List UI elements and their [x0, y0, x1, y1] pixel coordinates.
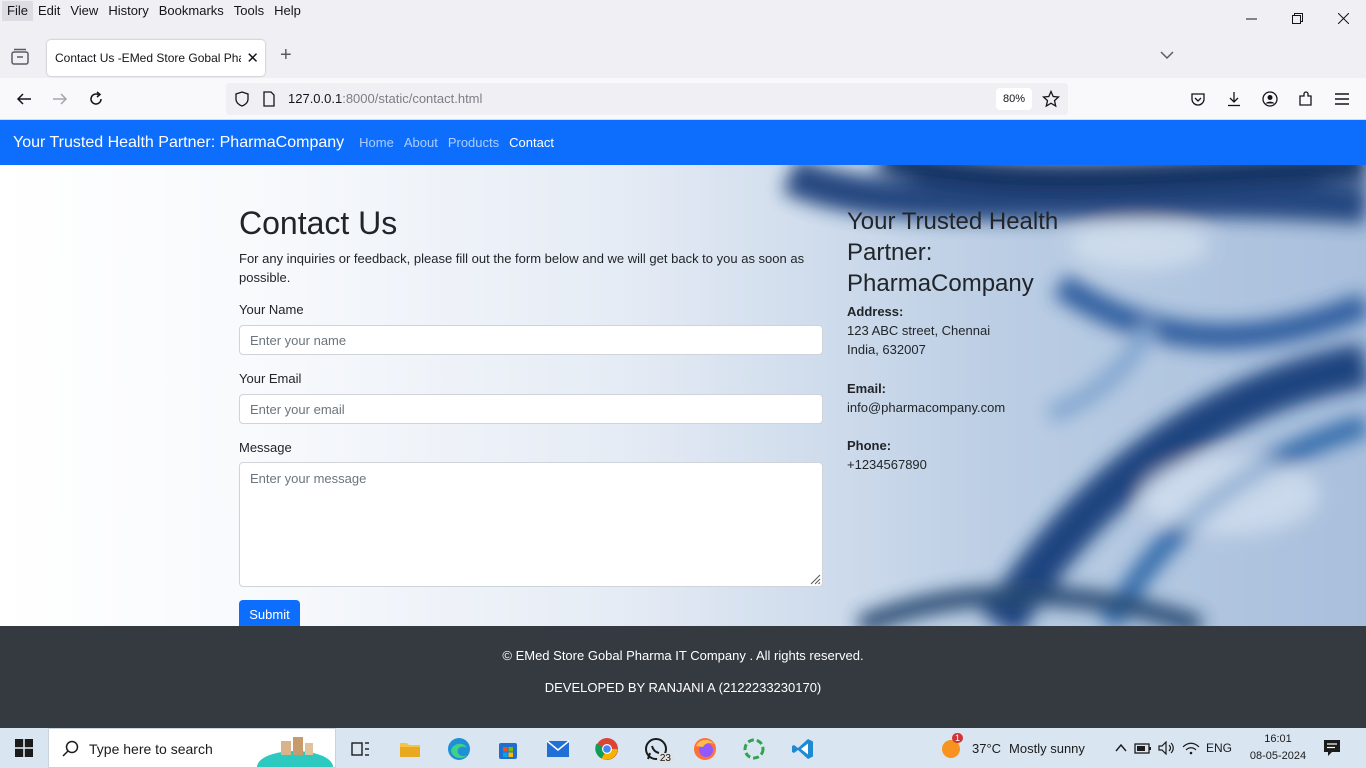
nav-link-about[interactable]: About — [399, 135, 443, 150]
search-highlight-icon — [257, 737, 333, 767]
site-footer: © EMed Store Gobal Pharma IT Company . A… — [0, 626, 1366, 728]
tab-contact-us[interactable]: Contact Us -EMed Store Gobal Pharma ✕ — [47, 40, 265, 76]
volume-icon[interactable] — [1158, 741, 1176, 755]
menu-bar: File Edit View History Bookmarks Tools H… — [0, 0, 1366, 22]
close-window-button[interactable] — [1320, 0, 1366, 36]
form-intro-text: For any inquiries or feedback, please fi… — [239, 251, 805, 285]
reload-icon[interactable] — [85, 88, 107, 110]
email-input[interactable] — [239, 394, 823, 424]
submit-button[interactable]: Submit — [239, 600, 300, 626]
page-icon[interactable] — [262, 91, 276, 107]
refresh-app-icon[interactable] — [734, 732, 774, 766]
address-line-1: 123 ABC street, Chennai — [847, 323, 991, 338]
footer-developer: DEVELOPED BY RANJANI A (2122233230170) — [544, 680, 822, 695]
system-tray: ENG — [1114, 728, 1232, 768]
restore-button[interactable] — [1274, 0, 1320, 36]
chrome-icon[interactable] — [587, 732, 627, 766]
restore-icon — [1291, 12, 1303, 24]
email-info-label: Email: — [847, 381, 887, 396]
downloads-icon[interactable] — [1223, 88, 1245, 110]
taskbar-search[interactable]: Type here to search — [48, 728, 336, 768]
menu-help[interactable]: Help — [269, 1, 306, 21]
menu-view[interactable]: View — [65, 1, 103, 21]
clock[interactable]: 16:01 08-05-2024 — [1248, 731, 1308, 765]
menu-edit[interactable]: Edit — [33, 1, 65, 21]
mail-icon[interactable] — [538, 732, 578, 766]
search-icon — [62, 740, 79, 757]
nav-link-contact[interactable]: Contact — [504, 135, 559, 150]
battery-icon[interactable] — [1134, 741, 1152, 755]
whatsapp-icon[interactable]: 23 — [636, 732, 676, 766]
site-brand[interactable]: Your Trusted Health Partner: PharmaCompa… — [13, 134, 344, 152]
firefox-view-icon[interactable] — [10, 48, 30, 66]
info-heading: Your Trusted Health Partner: PharmaCompa… — [847, 208, 1059, 297]
menu-bookmarks[interactable]: Bookmarks — [154, 1, 229, 21]
phone-label: Phone: — [847, 438, 892, 453]
page-title: Contact Us — [239, 205, 398, 241]
start-button[interactable] — [0, 728, 48, 768]
windows-taskbar: Type here to search 23 1 37°C Mostly sun… — [0, 728, 1366, 768]
clock-date: 08-05-2024 — [1249, 750, 1307, 762]
name-label: Your Name — [239, 302, 304, 317]
new-tab-icon[interactable]: + — [280, 44, 300, 68]
zoom-level[interactable]: 80% — [996, 88, 1032, 110]
message-label: Message — [239, 440, 292, 455]
firefox-icon[interactable] — [685, 732, 725, 766]
clock-time: 16:01 — [1264, 733, 1292, 745]
network-icon[interactable] — [1182, 741, 1200, 755]
footer-copyright: © EMed Store Gobal Pharma IT Company . A… — [502, 648, 864, 663]
web-page: Your Trusted Health Partner: PharmaCompa… — [0, 120, 1366, 728]
email-value: info@pharmacompany.com — [847, 400, 1006, 415]
menu-tools[interactable]: Tools — [229, 1, 269, 21]
sun-icon: 1 — [940, 733, 964, 759]
chevron-down-icon[interactable] — [1158, 46, 1176, 64]
vscode-icon[interactable] — [783, 732, 823, 766]
tab-bar: Contact Us -EMed Store Gobal Pharma ✕ + — [0, 36, 1366, 78]
nav-link-products[interactable]: Products — [443, 135, 504, 150]
close-icon — [1337, 12, 1349, 24]
forward-icon[interactable] — [49, 88, 71, 110]
windows-logo-icon — [15, 739, 33, 757]
tab-close-icon[interactable]: ✕ — [246, 49, 259, 67]
account-icon[interactable] — [1259, 88, 1281, 110]
back-icon[interactable] — [13, 88, 35, 110]
chevron-up-icon[interactable] — [1114, 741, 1128, 755]
url-text[interactable]: 127.0.0.1:8000/static/contact.html — [288, 91, 482, 106]
edge-icon[interactable] — [439, 732, 479, 766]
minimize-button[interactable] — [1228, 0, 1274, 36]
address-label: Address: — [847, 304, 904, 319]
minimize-icon — [1245, 18, 1257, 19]
extensions-icon[interactable] — [1295, 88, 1317, 110]
hamburger-menu-icon[interactable] — [1331, 88, 1353, 110]
tab-title: Contact Us -EMed Store Gobal Pharma — [55, 51, 241, 65]
weather-widget[interactable]: 1 37°C Mostly sunny — [940, 728, 1085, 768]
phone-value: +1234567890 — [847, 457, 927, 472]
weather-badge: 1 — [952, 733, 964, 743]
navigation-toolbar: 127.0.0.1:8000/static/contact.html 80% — [0, 78, 1366, 120]
window-controls — [1228, 0, 1366, 36]
address-bar[interactable]: 127.0.0.1:8000/static/contact.html 80% — [226, 83, 1068, 115]
site-navbar: Your Trusted Health Partner: PharmaCompa… — [0, 120, 1366, 165]
shield-icon[interactable] — [234, 91, 250, 107]
pocket-icon[interactable] — [1187, 88, 1209, 110]
name-input[interactable] — [239, 325, 823, 355]
whatsapp-badge: 23 — [656, 753, 674, 764]
microsoft-store-icon[interactable] — [488, 732, 528, 766]
task-view-icon[interactable] — [340, 732, 380, 766]
notifications-icon[interactable] — [1322, 738, 1342, 758]
address-line-2: India, 632007 — [847, 342, 926, 357]
language-indicator[interactable]: ENG — [1206, 741, 1232, 755]
temperature: 37°C — [972, 740, 1002, 756]
menu-file[interactable]: File — [2, 1, 33, 21]
email-label: Your Email — [239, 371, 302, 386]
weather-text: Mostly sunny — [1009, 740, 1085, 756]
nav-link-home[interactable]: Home — [354, 135, 399, 150]
resize-grip-icon[interactable] — [809, 573, 821, 585]
search-placeholder: Type here to search — [89, 741, 213, 757]
file-explorer-icon[interactable] — [390, 732, 430, 766]
contact-section: Contact Us For any inquiries or feedback… — [0, 165, 1366, 626]
bookmark-star-icon[interactable] — [1042, 90, 1060, 108]
menu-history[interactable]: History — [103, 1, 153, 21]
message-textarea[interactable] — [239, 462, 823, 587]
